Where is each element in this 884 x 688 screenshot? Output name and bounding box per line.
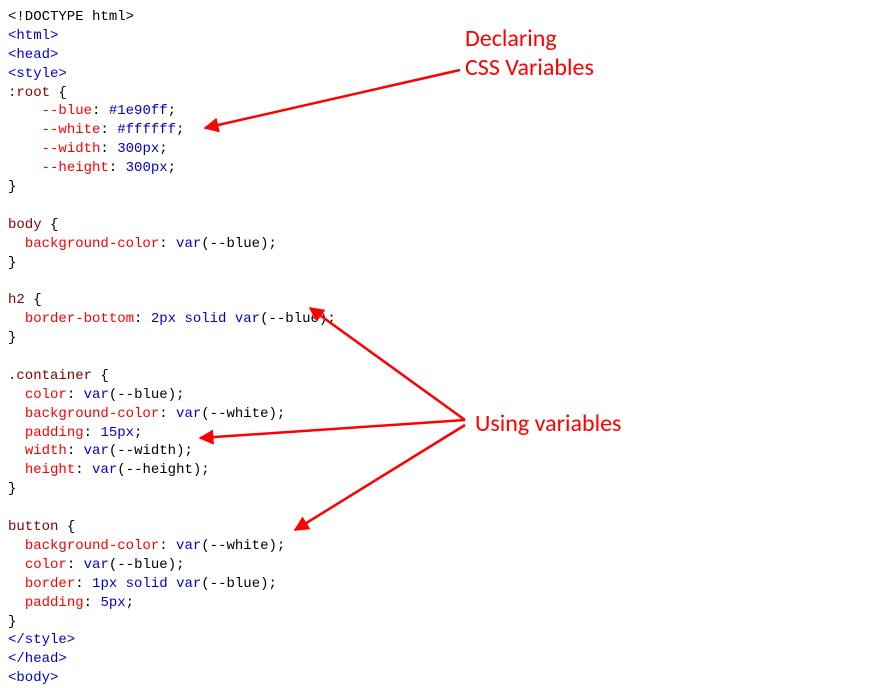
code-line: background-color: var(--white); <box>8 538 285 554</box>
code-line: </style> <box>8 632 75 648</box>
code-line: h2 { <box>8 292 42 308</box>
code-line: background-color: var(--white); <box>8 406 285 422</box>
code-line: } <box>8 614 16 630</box>
code-line: padding: 5px; <box>8 595 134 611</box>
code-line: --width: 300px; <box>8 141 168 157</box>
code-line: color: var(--blue); <box>8 387 185 403</box>
code-line: <!DOCTYPE html> <box>8 9 134 25</box>
code-line: --height: 300px; <box>8 160 176 176</box>
code-line: <style> <box>8 66 67 82</box>
code-line: --white: #ffffff; <box>8 122 184 138</box>
code-line: button { <box>8 519 75 535</box>
code-line: height: var(--height); <box>8 462 210 478</box>
code-line: :root { <box>8 85 67 101</box>
annotation-using: Using variables <box>475 410 621 439</box>
code-line: <head> <box>8 47 58 63</box>
code-line: border: 1px solid var(--blue); <box>8 576 277 592</box>
code-line: border-bottom: 2px solid var(--blue); <box>8 311 336 327</box>
code-line: --blue: #1e90ff; <box>8 103 176 119</box>
code-line: width: var(--width); <box>8 443 193 459</box>
code-line: } <box>8 179 16 195</box>
code-line: <body> <box>8 670 58 686</box>
code-line: } <box>8 330 16 346</box>
code-line: </head> <box>8 651 67 667</box>
code-line: } <box>8 481 16 497</box>
code-line: body { <box>8 217 58 233</box>
code-line: background-color: var(--blue); <box>8 236 277 252</box>
code-line: .container { <box>8 368 109 384</box>
code-line: <html> <box>8 28 58 44</box>
code-block: <!DOCTYPE html> <html> <head> <style> :r… <box>8 8 876 688</box>
code-line: padding: 15px; <box>8 425 142 441</box>
code-line: } <box>8 255 16 271</box>
code-line: color: var(--blue); <box>8 557 185 573</box>
annotation-declaring: Declaring CSS Variables <box>465 25 594 83</box>
